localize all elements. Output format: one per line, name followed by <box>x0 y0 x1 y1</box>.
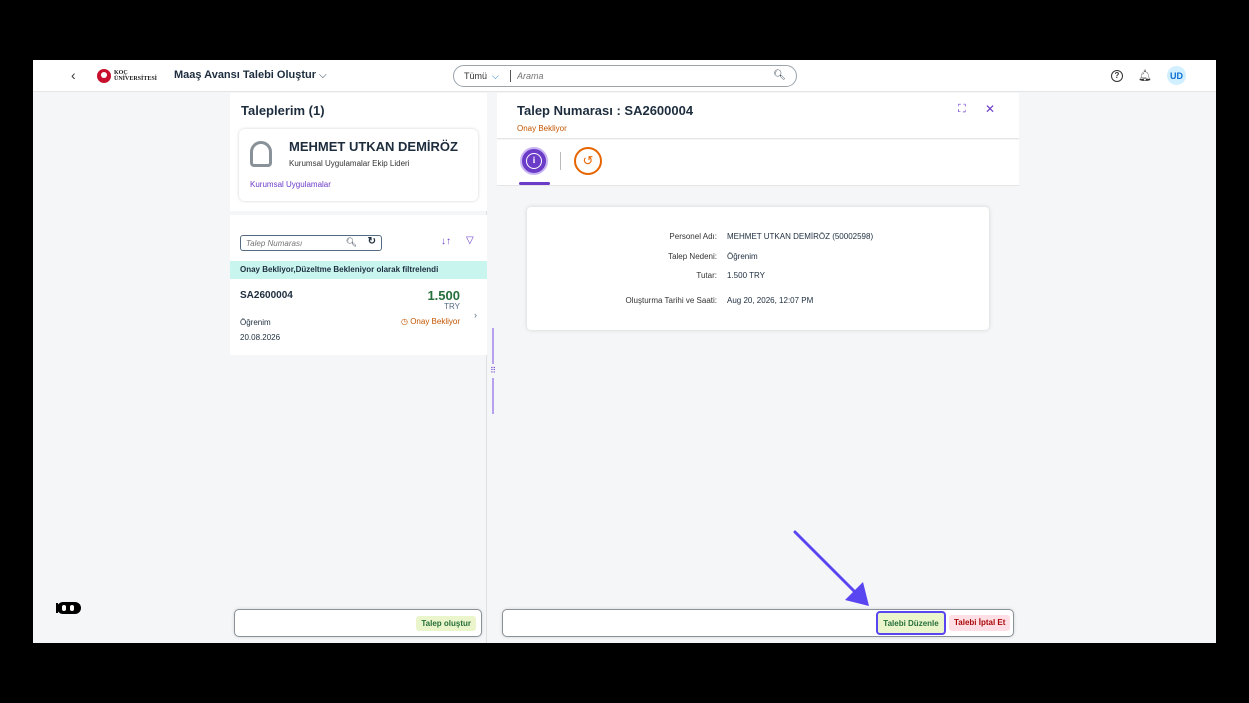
user-placeholder-icon <box>250 141 272 167</box>
create-request-button[interactable]: Talep oluştur <box>416 616 476 631</box>
page-title: Taleplerim (1) <box>241 103 325 118</box>
search-field: Tümü ⌵ 🔍︎ <box>453 65 797 87</box>
refresh-icon[interactable]: ↻ <box>368 236 376 247</box>
status-text: Onay Bekliyor <box>410 317 460 326</box>
sort-icon[interactable]: ↓↑ <box>441 236 451 247</box>
search-scope-value: Tümü <box>464 71 488 81</box>
detail-footer: Talebi Düzenle Talebi İptal Et <box>502 609 1014 637</box>
history-icon: ◷ <box>401 317 411 326</box>
app-window: ‹ KOÇ ÜNİVERSİTESİ Maaş Avansı Talebi Olu… <box>33 60 1216 643</box>
request-number-search: 🔍︎ ↻ <box>240 235 382 251</box>
logo-mark-icon <box>97 69 111 83</box>
close-icon[interactable]: ✕ <box>985 102 995 116</box>
profile-role: Kurumsal Uygulamalar Ekip Lideri <box>289 159 410 168</box>
tab-info[interactable]: i <box>520 147 548 175</box>
info-icon: i <box>526 153 542 169</box>
request-amount: 1.500 <box>427 288 460 303</box>
koc-university-logo[interactable]: KOÇ ÜNİVERSİTESİ <box>97 69 157 83</box>
user-avatar[interactable]: UD <box>1167 66 1186 85</box>
help-icon[interactable]: ? <box>1111 69 1123 82</box>
edit-request-button[interactable]: Talebi Düzenle <box>876 611 946 635</box>
profile-name: MEHMET UTKAN DEMİRÖZ <box>289 139 458 154</box>
detail-value: MEHMET UTKAN DEMİRÖZ (50002598) <box>727 232 874 241</box>
bell-icon[interactable]: 🔔︎ <box>1138 69 1152 83</box>
master-panel: Taleplerim (1) MEHMET UTKAN DEMİRÖZ Kuru… <box>230 93 487 643</box>
master-header: Taleplerim (1) MEHMET UTKAN DEMİRÖZ Kuru… <box>230 93 487 211</box>
detail-label: Personel Adı: <box>669 232 717 241</box>
detail-value: Öğrenim <box>727 252 758 261</box>
detail-value: Aug 20, 2026, 12:07 PM <box>727 296 814 305</box>
layout-splitter[interactable]: ⠿ <box>489 328 497 414</box>
fullscreen-icon[interactable]: ⛶ <box>958 103 966 116</box>
history-icon: ↺ <box>582 153 594 168</box>
app-title: Maaş Avansı Talebi Oluştur <box>174 69 317 81</box>
status-badge: ◷ Onay Bekliyor <box>401 317 460 326</box>
detail-value: 1.500 TRY <box>727 271 765 280</box>
icon-tab-bar: i ↺ <box>497 140 1019 186</box>
tab-divider <box>560 152 561 170</box>
list-item[interactable]: SA2600004 1.500 TRY Öğrenim 20.08.2026 ◷… <box>230 279 487 355</box>
detail-label: Oluşturma Tarihi ve Saati: <box>625 296 717 305</box>
chevron-left-icon[interactable]: ‹ <box>71 67 76 83</box>
chevron-down-icon: ⌵ <box>492 70 499 81</box>
cancel-request-button[interactable]: Talebi İptal Et <box>949 615 1011 631</box>
request-number: SA2600004 <box>240 290 293 301</box>
grip-icon[interactable]: ⠿ <box>489 364 497 378</box>
search-icon[interactable]: 🔍︎ <box>773 70 786 81</box>
master-footer: Talep oluştur <box>234 609 482 637</box>
annotation-arrow-icon <box>793 530 869 606</box>
app-title-menu[interactable]: Maaş Avansı Talebi Oluştur ⌵ <box>174 69 327 81</box>
request-reason: Öğrenim <box>240 318 271 327</box>
search-divider <box>510 70 511 82</box>
shell-bar: ‹ KOÇ ÜNİVERSİTESİ Maaş Avansı Talebi Olu… <box>33 60 1216 92</box>
detail-header: Talep Numarası : SA2600004 Onay Bekliyor… <box>497 93 1019 139</box>
search-icon[interactable]: 🔍︎ <box>346 237 357 248</box>
chevron-down-icon: ⌵ <box>319 70 327 81</box>
tab-history[interactable]: ↺ <box>574 147 602 175</box>
shell-actions: ? 🔔︎ UD <box>1111 66 1186 85</box>
chevron-right-icon: › <box>474 310 477 320</box>
tab-selected-indicator <box>519 182 550 185</box>
filter-icon[interactable]: ▽ <box>466 235 474 246</box>
assistant-bot-icon[interactable] <box>57 602 81 614</box>
filter-toolbar: 🔍︎ ↻ ↓↑ ▽ <box>230 215 487 261</box>
request-number-input[interactable] <box>246 238 341 248</box>
profile-card: MEHMET UTKAN DEMİRÖZ Kurumsal Uygulamala… <box>239 129 478 201</box>
detail-status: Onay Bekliyor <box>517 124 567 133</box>
detail-title: Talep Numarası : SA2600004 <box>517 103 694 118</box>
request-date: 20.08.2026 <box>240 333 281 342</box>
detail-label: Talep Nedeni: <box>668 252 717 261</box>
detail-label: Tutar: <box>696 271 717 280</box>
request-currency: TRY <box>444 302 460 311</box>
logo-line2: ÜNİVERSİTESİ <box>114 76 158 82</box>
search-input[interactable] <box>517 71 767 81</box>
profile-department-link[interactable]: Kurumsal Uygulamalar <box>250 180 331 189</box>
detail-panel: Talep Numarası : SA2600004 Onay Bekliyor… <box>497 93 1019 643</box>
detail-card: Personel Adı: MEHMET UTKAN DEMİRÖZ (5000… <box>527 207 989 330</box>
search-scope-select[interactable]: Tümü ⌵ <box>454 71 510 82</box>
filter-info-bar: Onay Bekliyor,Düzeltme Bekleniyor olarak… <box>230 261 487 279</box>
